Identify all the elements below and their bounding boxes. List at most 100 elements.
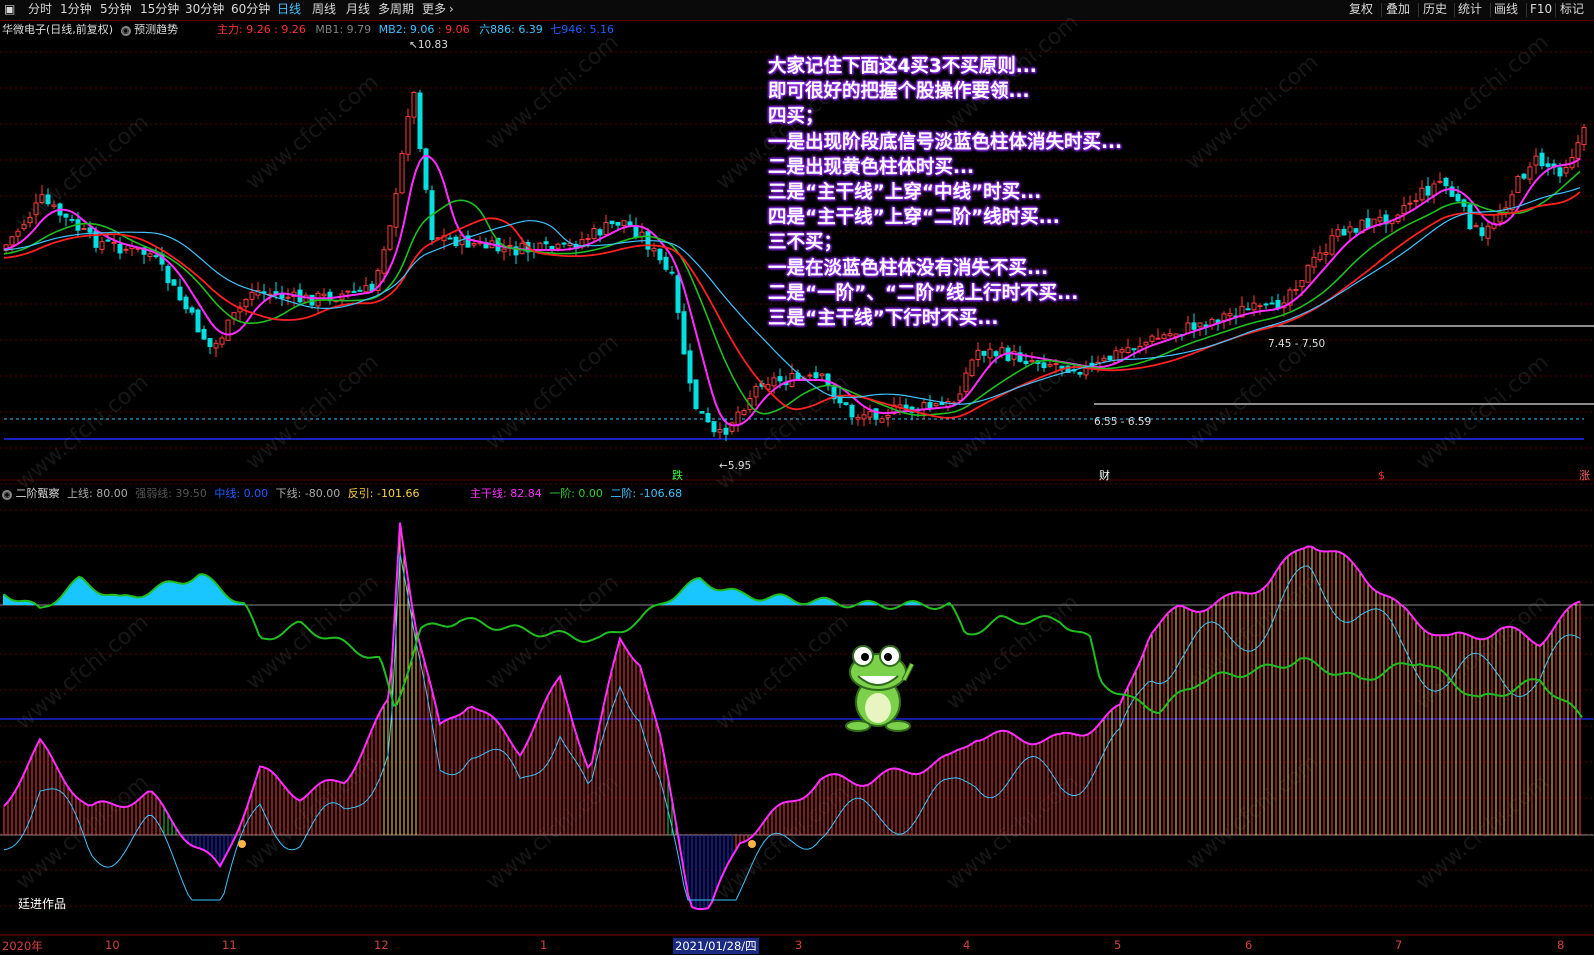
candle-body bbox=[1473, 225, 1479, 228]
candle-body bbox=[1251, 302, 1257, 311]
frog-mascot-icon bbox=[845, 645, 915, 732]
period-tab-60min[interactable]: 60分钟 bbox=[231, 2, 270, 17]
x-label: 5 bbox=[1114, 938, 1122, 952]
candle-body bbox=[1323, 252, 1329, 255]
history-button[interactable]: 历史 bbox=[1423, 2, 1447, 17]
candle-body bbox=[1515, 175, 1521, 193]
sub-title[interactable]: 二阶甄察 bbox=[16, 487, 60, 500]
overlay-button[interactable]: 叠加 bbox=[1386, 2, 1410, 17]
signal-dot bbox=[748, 840, 756, 848]
candle-body bbox=[1545, 163, 1551, 167]
candle-body bbox=[171, 279, 177, 286]
candle-body bbox=[321, 293, 327, 297]
candle-body bbox=[1245, 308, 1251, 311]
period-tab-weekly[interactable]: 周线 bbox=[312, 2, 336, 17]
more-chevron-icon[interactable]: › bbox=[449, 2, 454, 17]
panel-menu-icon[interactable]: ▣ bbox=[4, 2, 15, 17]
candle-body bbox=[411, 91, 417, 118]
candle-body bbox=[1155, 337, 1161, 340]
x-label-selected: 2021/01/28/四 bbox=[673, 938, 759, 954]
candle-body bbox=[687, 350, 693, 384]
low-price-label: ←5.95 bbox=[719, 460, 752, 472]
candle-body bbox=[405, 116, 411, 155]
period-tab-daily[interactable]: 日线 bbox=[277, 2, 301, 17]
candle-body bbox=[963, 372, 969, 393]
candle-body bbox=[501, 248, 507, 253]
x-label: 12 bbox=[374, 938, 389, 952]
candle-body bbox=[1053, 363, 1059, 366]
f10-button[interactable]: F10 bbox=[1530, 2, 1552, 17]
annotation-line: 三是“主干线”上穿“中线”时买... bbox=[768, 181, 1042, 203]
fuquan-button[interactable]: 复权 bbox=[1349, 2, 1373, 17]
period-tab-fenshi[interactable]: 分时 bbox=[28, 2, 52, 17]
candle-body bbox=[1539, 152, 1545, 167]
predict-trend-toggle[interactable]: ◉ 预测趋势 bbox=[120, 23, 178, 36]
period-tab-5min[interactable]: 5分钟 bbox=[100, 2, 132, 17]
candle-body bbox=[1077, 371, 1083, 375]
annotation-line: 大家记住下面这4买3不买原则... bbox=[768, 56, 1037, 77]
candle-body bbox=[189, 307, 195, 313]
candle-body bbox=[555, 243, 561, 249]
candle-body bbox=[1119, 349, 1125, 353]
candle-body bbox=[1419, 187, 1425, 201]
mark-button[interactable]: 标记 bbox=[1560, 2, 1584, 17]
annotation-line: 一是出现阶段底信号淡蓝色柱体消失时买... bbox=[768, 131, 1123, 153]
candle-body bbox=[981, 350, 987, 356]
sub-menu-icon[interactable]: ◉ bbox=[2, 490, 12, 500]
candle-body bbox=[693, 379, 699, 410]
candle-body bbox=[777, 376, 783, 382]
stats-button[interactable]: 统计 bbox=[1458, 2, 1482, 17]
candle-body bbox=[33, 202, 39, 216]
period-toolbar: ▣ 分时 1分钟 5分钟 15分钟 30分钟 60分钟 日线 周线 月线 多周期… bbox=[0, 0, 1594, 21]
candle-body bbox=[933, 403, 939, 407]
candle-body bbox=[1149, 335, 1155, 342]
candle-body bbox=[165, 265, 171, 284]
candle-body bbox=[219, 337, 225, 345]
candle-body bbox=[1197, 322, 1203, 328]
candle-body bbox=[243, 298, 249, 308]
period-tab-15min[interactable]: 15分钟 bbox=[140, 2, 179, 17]
period-tab-30min[interactable]: 30分钟 bbox=[185, 2, 224, 17]
candle-body bbox=[855, 416, 861, 420]
candle-body bbox=[1467, 204, 1473, 230]
candle-body bbox=[807, 374, 813, 377]
range-label-2: 6.55 - 6.59 bbox=[1094, 416, 1152, 428]
candle-body bbox=[585, 238, 591, 241]
candle-body bbox=[1353, 228, 1359, 233]
candle-body bbox=[741, 410, 747, 415]
candle-body bbox=[927, 402, 933, 409]
candle-body bbox=[885, 414, 891, 418]
candle-body bbox=[561, 242, 567, 245]
candle-body bbox=[699, 411, 705, 414]
candle-body bbox=[387, 225, 393, 250]
strategy-annotation: 大家记住下面这4买3不买原则... 即可很好的把握个股操作要领... 四买； 一… bbox=[768, 54, 1122, 331]
candle-body bbox=[15, 230, 21, 237]
candle-body bbox=[705, 413, 711, 423]
candle-body bbox=[849, 404, 855, 418]
candle-body bbox=[51, 204, 57, 208]
candle-body bbox=[753, 385, 759, 398]
candle-body bbox=[609, 220, 615, 225]
candle-body bbox=[153, 255, 159, 258]
candle-body bbox=[111, 241, 117, 244]
candle-body bbox=[1557, 167, 1563, 177]
draw-line-button[interactable]: 画线 bbox=[1494, 2, 1518, 17]
candle-body bbox=[543, 241, 549, 245]
candle-body bbox=[975, 349, 981, 360]
candle-body bbox=[717, 428, 723, 433]
candle-body bbox=[357, 289, 363, 292]
period-tab-1min[interactable]: 1分钟 bbox=[60, 2, 92, 17]
candle-body bbox=[591, 227, 597, 240]
period-tab-more[interactable]: 更多 bbox=[422, 2, 446, 17]
candle-body bbox=[603, 221, 609, 236]
period-tab-multi[interactable]: 多周期 bbox=[378, 2, 414, 17]
period-tab-monthly[interactable]: 月线 bbox=[346, 2, 370, 17]
candle-body bbox=[1221, 313, 1227, 321]
candle-body bbox=[681, 311, 687, 355]
candle-body bbox=[471, 242, 477, 246]
candle-body bbox=[39, 194, 45, 204]
stock-title[interactable]: 华微电子(日线,前复权) bbox=[2, 23, 113, 36]
candle-body bbox=[69, 218, 75, 221]
candle-body bbox=[879, 418, 885, 423]
candle-body bbox=[597, 229, 603, 236]
